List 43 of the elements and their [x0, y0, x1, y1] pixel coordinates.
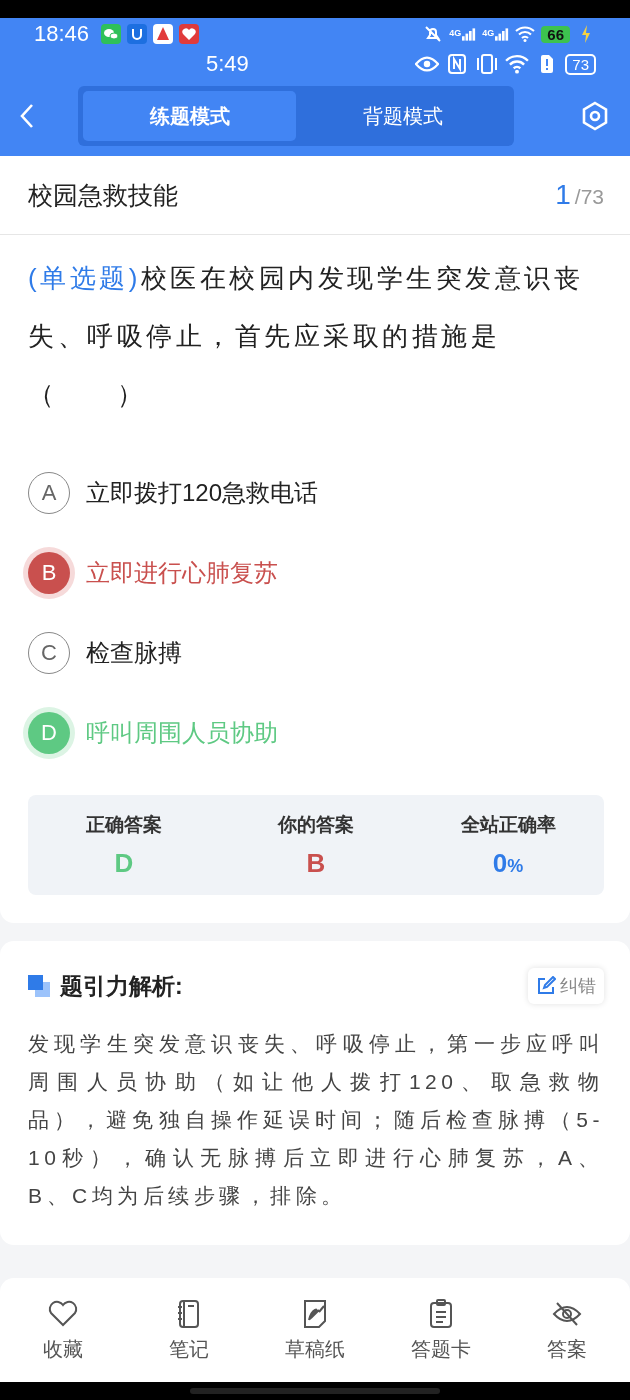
network-label: 4G [449, 27, 462, 38]
wifi-icon [515, 24, 536, 44]
vibrate-icon [475, 54, 500, 74]
shield-app-icon [127, 24, 148, 44]
settings-icon[interactable] [580, 101, 610, 131]
bottom-tab-button[interactable]: 笔记 [126, 1278, 252, 1382]
chapter-title: 校园急救技能 [28, 179, 178, 211]
report-error-button[interactable]: 纠错 [528, 968, 604, 1004]
analysis-title: 题引力解析: [60, 971, 183, 1001]
stat-value: 0% [492, 847, 524, 879]
bottom-tab-button[interactable]: 收藏 [0, 1278, 126, 1382]
question-text: (单选题)校医在校园内发现学生突发意识丧失、呼吸停止，首先应采取的措施是（ ） [28, 262, 585, 411]
back-icon[interactable] [20, 103, 34, 129]
bottom-tab-button[interactable]: 答题卡 [378, 1278, 504, 1382]
stat-label: 正确答案 [86, 812, 162, 837]
analysis-text: 发现学生突发意识丧失、呼吸停止，第一步应呼叫周围人员协助（如让他人拨打120、取急救物品），避免独自操作延误时间；随后检查脉搏（5-10秒），确认无脉搏后立即进行心肺复苏，A、B、C均为后续步骤，排除。 [28, 1031, 604, 1209]
battery-level: 73 [565, 53, 596, 75]
bottom-tab-button[interactable]: 草稿纸 [252, 1278, 378, 1382]
stat-label: 你的答案 [278, 812, 354, 837]
heart-app-icon [179, 24, 200, 44]
battery-level: 66 [541, 25, 570, 43]
edit-icon [536, 976, 556, 996]
answer-option[interactable]: C 检查脉搏 [0, 613, 630, 693]
status-time: 18:46 [34, 21, 90, 47]
signal-icon [462, 27, 477, 41]
answer-option[interactable]: B 立即进行心肺复苏 [0, 533, 630, 613]
stat-value: B [306, 847, 326, 879]
stat-value: D [114, 847, 134, 879]
mode-tab[interactable]: 练题模式 [83, 91, 296, 141]
signal-icon [495, 27, 510, 41]
question-total: /73 [574, 185, 604, 208]
squares-icon [28, 975, 50, 997]
chat-app-icon [101, 24, 122, 44]
stat-label: 全站正确率 [460, 812, 556, 837]
triangle-app-icon [153, 24, 174, 44]
network-label: 4G [482, 27, 495, 38]
bottom-tab-button[interactable]: 答案 [504, 1278, 630, 1382]
mode-tab[interactable]: 背题模式 [296, 91, 509, 141]
answer-option[interactable]: A 立即拨打120急救电话 [0, 453, 630, 533]
question-number: 1 [555, 179, 571, 210]
status-time: 5:49 [206, 51, 249, 77]
eye-icon [415, 54, 440, 74]
wifi-icon [505, 54, 530, 74]
